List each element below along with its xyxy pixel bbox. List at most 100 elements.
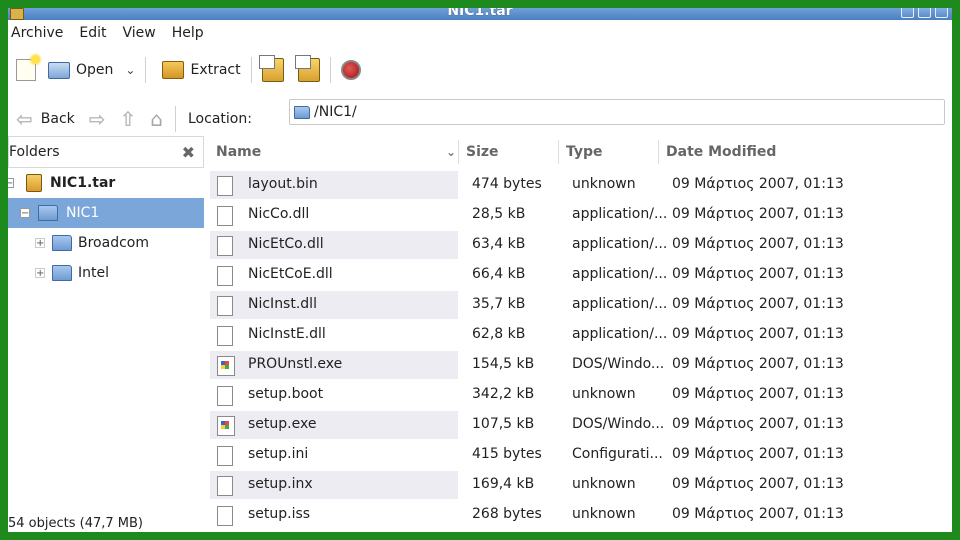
location-value: /NIC1/ [314,104,357,120]
file-icon [217,506,233,526]
home-icon[interactable]: ⌂ [150,107,163,131]
forward-arrow-icon[interactable]: ⇨ [89,107,106,131]
file-name: setup.boot [248,386,324,402]
file-name: setup.ini [248,446,309,462]
file-row[interactable]: setup.inx 169,4 kB unknown 09 Μάρτιος 2007,… [208,470,952,500]
stop-button[interactable] [340,55,361,85]
menu-view[interactable]: View [120,24,169,46]
menu-help[interactable]: Help [169,24,217,46]
file-name: setup.inx [248,476,313,492]
sidebar-header: Folders ✖ [8,136,204,168]
file-type: unknown [572,476,636,492]
file-date: 09 Μάρτιος 2007, 01:13 [672,326,844,342]
column-separator[interactable] [458,140,459,164]
file-type: unknown [572,176,636,192]
folder-open-icon [48,61,70,79]
file-row[interactable]: NicInst.dll 35,7 kB application/... 09 Μάρτ… [208,290,952,320]
menu-archive[interactable]: Archive [8,24,76,46]
chevron-down-icon[interactable]: ⌄ [125,63,135,77]
add-folder-icon [294,55,320,82]
exe-icon [217,416,235,436]
file-name: layout.bin [248,176,318,192]
file-row[interactable]: layout.bin 474 bytes unknown 09 Μάρτιος 200… [208,170,952,200]
file-icon [217,236,233,256]
toolbar-separator [329,57,331,83]
tree-item-archive[interactable]: − NIC1.tar [8,168,204,198]
expand-icon[interactable]: + [35,238,45,249]
tree-item-nic1[interactable]: − NIC1 [8,198,204,228]
folder-icon [294,105,310,119]
file-row[interactable]: setup.exe 107,5 kB DOS/Windo... 09 Μάρτιος … [208,410,952,440]
file-row[interactable]: NicEtCoE.dll 66,4 kB application/... 09 Μάρ… [208,260,952,290]
column-header-size[interactable]: Size [466,136,499,168]
file-list: Name ⌄ Size Type Date Modified layout.bi… [208,136,952,532]
minimize-button[interactable] [901,8,914,18]
file-row[interactable]: PROUnstl.exe 154,5 kB DOS/Windo... 09 Μάρτι… [208,350,952,380]
up-arrow-icon[interactable]: ⇧ [120,107,137,131]
file-type: application/... [572,206,668,222]
add-folder-button[interactable] [294,55,320,85]
column-header-date[interactable]: Date Modified [666,136,776,168]
file-name: PROUnstl.exe [248,356,343,372]
menu-edit[interactable]: Edit [76,24,119,46]
file-icon [217,296,233,316]
stop-icon [340,60,361,80]
back-label: Back [40,111,75,127]
maximize-button[interactable] [918,8,931,18]
file-row[interactable]: setup.ini 415 bytes Configurati... 09 Μάρτι… [208,440,952,470]
extract-label: Extract [190,62,241,78]
folder-icon [38,205,58,221]
file-row[interactable]: NicEtCo.dll 63,4 kB application/... 09 Μάρτ… [208,230,952,260]
tree-item-intel[interactable]: + Intel [8,258,204,288]
file-name: NicEtCoE.dll [248,266,333,282]
column-separator[interactable] [658,140,659,164]
collapse-icon[interactable]: − [8,178,14,189]
close-icon[interactable]: ✖ [182,143,195,162]
collapse-icon[interactable]: − [20,208,30,219]
file-date: 09 Μάρτιος 2007, 01:13 [672,266,844,282]
file-icon [217,386,233,406]
folders-sidebar: Folders ✖ − NIC1.tar − NIC1 + Broadcom +… [8,136,204,532]
file-size: 342,2 kB [472,386,535,402]
back-button[interactable]: ⇦ Back [16,107,75,131]
add-files-button[interactable] [258,55,284,85]
file-row[interactable]: setup.iss 268 bytes unknown 09 Μάρτιος 2007… [208,500,952,530]
open-label: Open [76,62,114,78]
close-button[interactable] [935,8,948,18]
file-row[interactable]: NicInstE.dll 62,8 kB application/... 09 Μάρ… [208,320,952,350]
title-bar[interactable]: NIC1.tar [8,8,952,20]
open-button[interactable]: Open [36,55,113,85]
file-type: application/... [572,296,668,312]
file-size: 154,5 kB [472,356,535,372]
toolbar: Open ⌄ Extract [8,52,952,88]
column-header-name[interactable]: Name ⌄ [216,136,456,168]
expand-icon[interactable]: + [35,268,45,279]
file-type: unknown [572,506,636,522]
tree-label: Broadcom [78,235,149,251]
location-label: Location: [188,111,252,127]
file-name: setup.exe [248,416,317,432]
file-size: 66,4 kB [472,266,526,282]
file-date: 09 Μάρτιος 2007, 01:13 [672,416,844,432]
file-size: 35,7 kB [472,296,526,312]
back-arrow-icon: ⇦ [16,107,33,131]
file-type: application/... [572,266,668,282]
file-date: 09 Μάρτιος 2007, 01:13 [672,296,844,312]
column-separator[interactable] [558,140,559,164]
tree-item-broadcom[interactable]: + Broadcom [8,228,204,258]
new-archive-button[interactable] [8,55,40,85]
location-field[interactable]: /NIC1/ [289,99,945,125]
file-date: 09 Μάρτιος 2007, 01:13 [672,206,844,222]
file-row[interactable]: setup.boot 342,2 kB unknown 09 Μάρτιος 2007… [208,380,952,410]
file-icon [217,176,233,196]
column-header-type[interactable]: Type [566,136,603,168]
file-date: 09 Μάρτιος 2007, 01:13 [672,236,844,252]
add-files-icon [258,55,284,82]
status-bar-text: 54 objects (47,7 MB) [8,516,143,531]
file-type: Configurati... [572,446,663,462]
file-size: 169,4 kB [472,476,535,492]
file-row[interactable]: NicCo.dll 28,5 kB application/... 09 Μάρτιο… [208,200,952,230]
extract-button[interactable]: Extract [156,55,241,85]
file-size: 474 bytes [472,176,542,192]
column-date-label: Date Modified [666,144,777,160]
